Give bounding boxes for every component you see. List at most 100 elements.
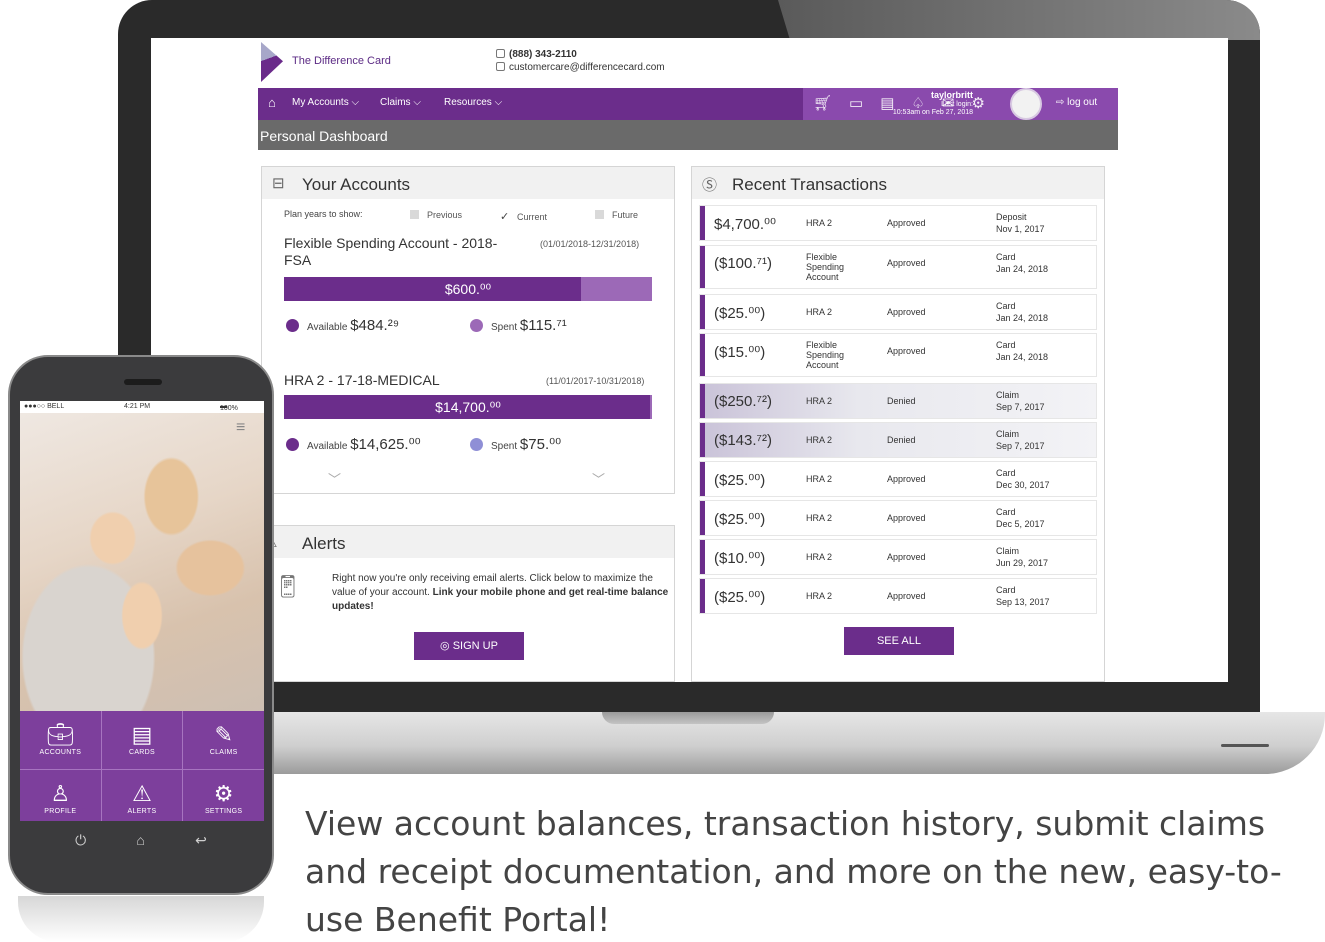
transaction-amount: ($15.⁰⁰) (714, 344, 766, 361)
see-all-button[interactable]: SEE ALL (844, 627, 954, 655)
accounts-panel-header: ⊟ Your Accounts (262, 167, 674, 199)
mobile-phone-icon: 📱︎ (274, 574, 302, 599)
filter-previous-checkbox[interactable] (410, 210, 419, 219)
available-legend: Available $484.²⁹ (286, 317, 399, 334)
tile-cards[interactable]: ▤ CARDS (101, 711, 183, 769)
cart-icon[interactable]: 🛒︎ (813, 95, 832, 113)
chevron-down-icon[interactable]: ﹀ (592, 469, 605, 488)
sign-up-button[interactable]: ◎ SIGN UP (414, 632, 524, 660)
laptop-base-line (1221, 744, 1269, 747)
balance-bar: $14,700.⁰⁰ (284, 395, 652, 419)
transaction-status: Approved (887, 513, 926, 523)
row-accent (700, 295, 705, 329)
row-accent (700, 579, 705, 613)
avatar[interactable] (1010, 88, 1042, 120)
page-title: Personal Dashboard (260, 128, 388, 144)
power-icon[interactable]: ⏻ (75, 832, 86, 849)
phone-nav-buttons: ⏻ ⌂ ↩ (10, 832, 272, 849)
checkmark-icon[interactable]: ✓ (500, 210, 514, 223)
user-icon: ♙ (50, 780, 71, 806)
account-name[interactable]: Flexible Spending Account - 2018- FSA (284, 235, 497, 269)
transaction-type-date: Claim Sep 7, 2017 (996, 429, 1045, 451)
transaction-type-date: Card Dec 30, 2017 (996, 468, 1050, 490)
laptop-screen: The Difference Card (888) 343-2110 custo… (151, 38, 1228, 682)
plan-years-label: Plan years to show: (284, 209, 363, 219)
alerts-panel-header: ⚠︎ Alerts (262, 526, 674, 558)
transaction-row[interactable]: ($10.⁰⁰) HRA 2 Approved Claim Jun 29, 2017 (699, 539, 1097, 575)
home-icon[interactable]: ⌂ (136, 832, 144, 849)
dollar-icon: Ⓢ (702, 177, 718, 194)
tile-profile[interactable]: ♙ PROFILE (20, 769, 101, 821)
transaction-row[interactable]: ($250.⁷²) HRA 2 Denied Claim Sep 7, 2017 (699, 383, 1097, 419)
user-info: taylorbritt Last login: 10:53am on Feb 2… (893, 91, 973, 117)
laptop-notch (602, 712, 774, 724)
phone-tile-grid: 💼︎ ACCOUNTS ▤ CARDS ✎ CLAIMS ♙ PROFILE ⚠︎ ALE… (20, 711, 264, 821)
home-icon[interactable]: ⌂ (268, 96, 284, 110)
brand-name[interactable]: The Difference Card (292, 55, 391, 67)
filter-current[interactable]: ✓ Current (500, 210, 547, 223)
filter-previous[interactable]: Previous (410, 210, 462, 220)
logout-button[interactable]: ⇨ log out (1056, 97, 1097, 108)
transaction-row[interactable]: ($25.⁰⁰) HRA 2 Approved Card Dec 30, 2017 (699, 461, 1097, 497)
transaction-plan: HRA 2 (806, 552, 833, 562)
hamburger-menu-icon[interactable]: ≡ (236, 420, 256, 436)
balance-total: $600.⁰⁰ (444, 281, 492, 297)
transaction-row[interactable]: ($15.⁰⁰) Flexible Spending Account Approve… (699, 333, 1097, 377)
transaction-plan: HRA 2 (806, 591, 833, 601)
account-name[interactable]: HRA 2 - 17-18-MEDICAL (284, 372, 440, 389)
tile-settings[interactable]: ⚙︎ SETTINGS (183, 769, 264, 821)
marketing-caption: View account balances, transaction histo… (305, 804, 1282, 939)
filter-future-checkbox[interactable] (595, 210, 604, 219)
row-accent (700, 384, 705, 418)
claim-form-icon: ✎ (214, 722, 233, 748)
transaction-row[interactable]: ($143.⁷²) HRA 2 Denied Claim Sep 7, 2017 (699, 422, 1097, 458)
chat-icon[interactable]: ▭ (849, 95, 863, 113)
transaction-row[interactable]: $4,700.⁰⁰ HRA 2 Approved Deposit Nov 1, 2017 (699, 205, 1097, 241)
transaction-row[interactable]: ($25.⁰⁰) HRA 2 Approved Card Sep 13, 2017 (699, 578, 1097, 614)
transaction-amount: ($25.⁰⁰) (714, 305, 766, 322)
tile-claims[interactable]: ✎ CLAIMS (183, 711, 264, 769)
alerts-title: Alerts (302, 534, 346, 553)
alerts-panel: ⚠︎ Alerts 📱︎ Right now you're only recei… (261, 525, 675, 682)
brand-logo-icon[interactable] (261, 42, 283, 82)
row-accent (700, 246, 705, 288)
contact-email[interactable]: customercare@differencecard.com (509, 62, 665, 73)
available-legend: Available $14,625.⁰⁰ (286, 435, 421, 453)
transaction-status: Approved (887, 307, 926, 317)
transaction-row[interactable]: ($25.⁰⁰) HRA 2 Approved Card Jan 24, 2018 (699, 294, 1097, 330)
gear-icon[interactable]: ⚙︎ (971, 95, 984, 113)
gear-icon: ⚙︎ (213, 780, 234, 806)
transaction-row[interactable]: ($25.⁰⁰) HRA 2 Approved Card Dec 5, 2017 (699, 500, 1097, 536)
nav-claims[interactable]: Claims ⌵ (380, 97, 421, 108)
briefcase-icon: 💼︎ (46, 722, 75, 748)
transaction-status: Approved (887, 474, 926, 484)
contact-phone: (888) 343-2110 (509, 49, 577, 60)
cards-icon: ▤ (131, 722, 153, 748)
accounts-title: Your Accounts (302, 175, 411, 194)
transaction-plan: HRA 2 (806, 474, 833, 484)
transaction-row[interactable]: ($100.⁷¹) Flexible Spending Account Approv… (699, 245, 1097, 289)
available-dot (286, 438, 299, 451)
warning-icon: ⚠︎ (132, 780, 152, 806)
transaction-type-date: Claim Jun 29, 2017 (996, 546, 1049, 568)
tile-accounts[interactable]: 💼︎ ACCOUNTS (20, 711, 101, 769)
transaction-amount: ($25.⁰⁰) (714, 472, 766, 489)
back-icon[interactable]: ↩ (195, 832, 207, 849)
filter-future[interactable]: Future (595, 210, 638, 220)
phone-status-bar: ●●●○○ BELL 4:21 PM 100% ▬ (20, 401, 264, 413)
nav-my-accounts[interactable]: My Accounts ⌵ (292, 97, 359, 108)
tile-alerts[interactable]: ⚠︎ ALERTS (101, 769, 183, 821)
chevron-down-icon[interactable]: ﹀ (328, 469, 341, 488)
battery-status: 100% ▬ (220, 403, 238, 412)
last-login-value: 10:53am on Feb 27, 2018 (892, 109, 973, 116)
family-photo (20, 413, 264, 711)
laptop-base (250, 712, 1325, 774)
nav-resources[interactable]: Resources ⌵ (444, 97, 502, 108)
spent-dot (470, 319, 483, 332)
transaction-type-date: Claim Sep 7, 2017 (996, 390, 1045, 412)
phone-icon (496, 49, 505, 58)
username[interactable]: taylorbritt (931, 90, 973, 100)
transactions-title: Recent Transactions (732, 175, 887, 194)
transaction-amount: ($25.⁰⁰) (714, 511, 766, 528)
account-dates: (11/01/2017-10/31/2018) (546, 376, 645, 386)
